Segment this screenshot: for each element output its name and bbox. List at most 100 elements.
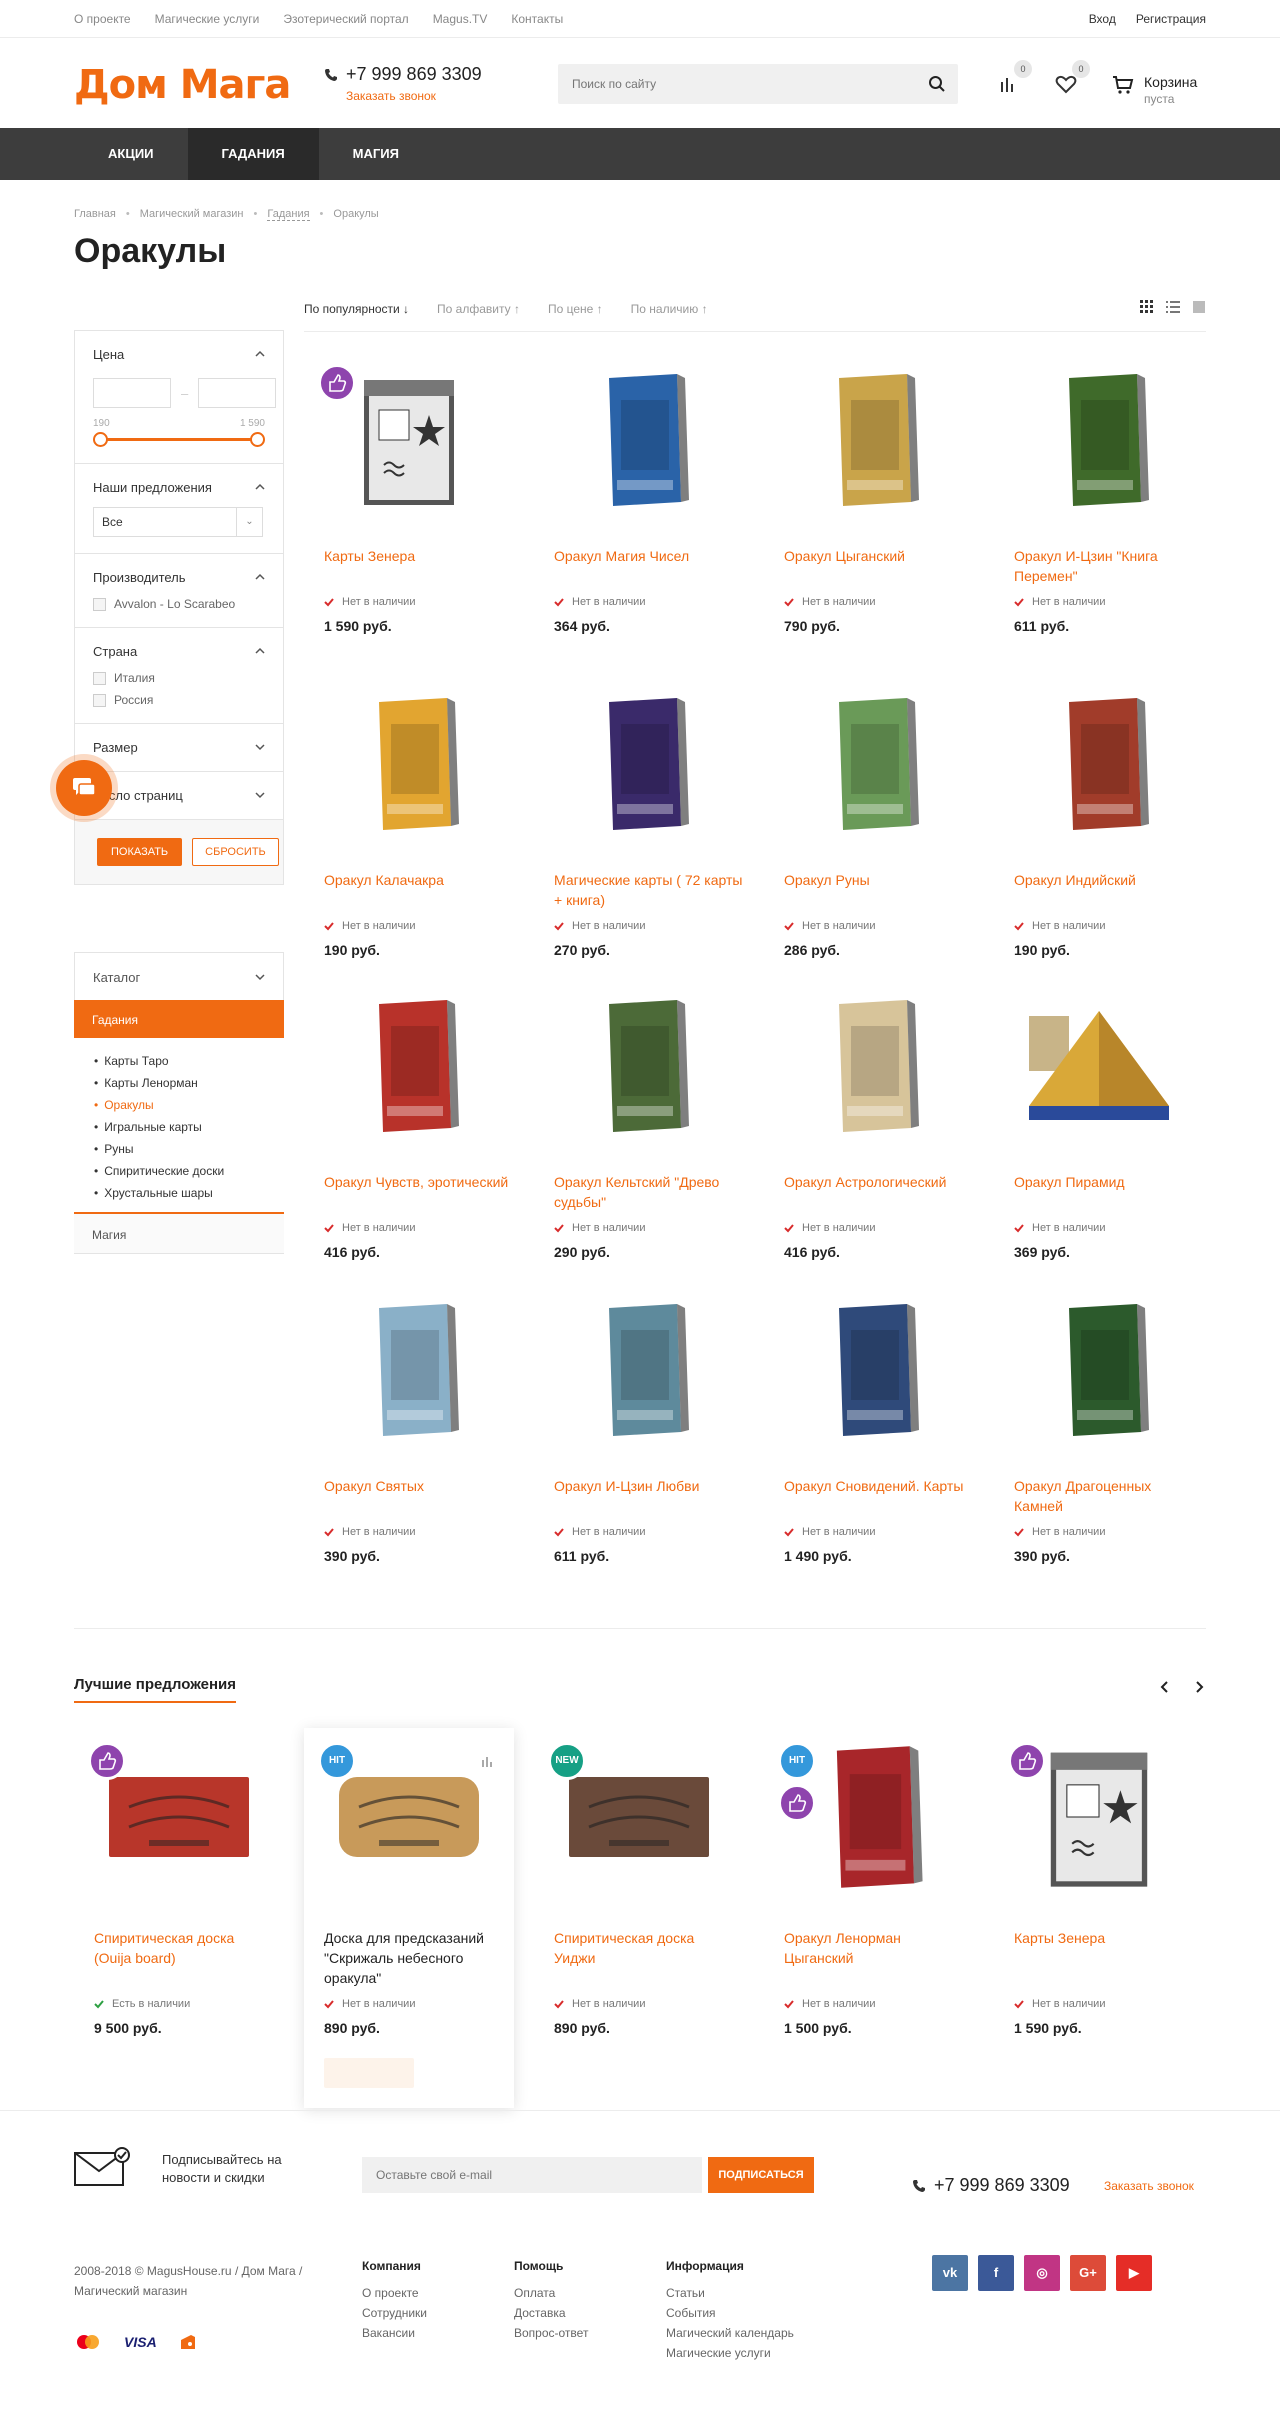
sort-stock[interactable]: По наличию ↑ bbox=[631, 302, 708, 331]
breadcrumb-divination[interactable]: Гадания bbox=[267, 208, 310, 221]
breadcrumb-shop[interactable]: Магический магазин bbox=[140, 208, 244, 221]
chevron-left-icon[interactable] bbox=[1158, 1680, 1172, 1694]
price-slider[interactable] bbox=[93, 431, 265, 447]
product-name[interactable]: Оракул Драгоценных Камней bbox=[1014, 1476, 1204, 1516]
compare-button[interactable]: 0 bbox=[996, 60, 1032, 96]
product-image[interactable] bbox=[329, 1285, 489, 1455]
catalog-toggle[interactable]: Каталог bbox=[74, 952, 284, 1000]
product-image[interactable] bbox=[1019, 355, 1179, 525]
best-offer-card[interactable]: HIT Доска для предсказаний "Скрижаль небе… bbox=[304, 1728, 514, 2108]
chevron-down-icon[interactable] bbox=[255, 790, 265, 800]
product-card[interactable]: Оракул Кельтский "Древо судьбы" Нет в нал… bbox=[534, 976, 744, 1260]
product-image[interactable] bbox=[1019, 1285, 1179, 1455]
country-checkbox-russia[interactable]: Россия bbox=[93, 693, 265, 707]
product-name[interactable]: Оракул Магия Чисел bbox=[554, 546, 744, 566]
best-offer-card[interactable]: NEW Спиритическая доска Уиджи Нет в наличи… bbox=[534, 1728, 744, 2108]
header-phone[interactable]: +7 999 869 3309 bbox=[346, 64, 482, 85]
product-image[interactable] bbox=[789, 355, 949, 525]
catalog-subitem[interactable]: • Спиритические доски bbox=[94, 1160, 284, 1182]
sort-alphabet[interactable]: По алфавиту ↑ bbox=[437, 302, 520, 331]
top-link-contacts[interactable]: Контакты bbox=[511, 12, 563, 26]
price-slider-max-handle[interactable] bbox=[250, 432, 265, 447]
product-name[interactable]: Оракул Сновидений. Карты bbox=[784, 1476, 974, 1496]
product-name[interactable]: Оракул Кельтский "Древо судьбы" bbox=[554, 1172, 744, 1212]
register-link[interactable]: Регистрация bbox=[1136, 12, 1206, 26]
footer-link[interactable]: Статьи bbox=[666, 2283, 794, 2303]
chevron-up-icon[interactable] bbox=[255, 349, 265, 359]
chat-button[interactable] bbox=[56, 760, 112, 816]
maker-checkbox[interactable]: Avvalon - Lo Scarabeo bbox=[93, 597, 265, 611]
nav-item-magic[interactable]: МАГИЯ bbox=[319, 128, 433, 180]
product-image[interactable] bbox=[789, 679, 949, 849]
cart-button[interactable]: Корзина пуста bbox=[1112, 74, 1197, 108]
product-card[interactable]: Оракул Магия Чисел Нет в наличии 364 руб. bbox=[534, 350, 744, 634]
filter-pages-title[interactable]: Число страниц bbox=[93, 788, 265, 803]
best-offer-card[interactable]: Спиритическая доска (Ouija board) Есть в … bbox=[74, 1728, 284, 2108]
top-link-about[interactable]: О проекте bbox=[74, 12, 131, 26]
facebook-icon[interactable]: f bbox=[978, 2255, 1014, 2291]
chevron-up-icon[interactable] bbox=[255, 482, 265, 492]
reset-button[interactable]: СБРОСИТЬ bbox=[192, 838, 279, 866]
youtube-icon[interactable]: ▶ bbox=[1116, 2255, 1152, 2291]
best-offer-card[interactable]: Карты Зенера Нет в наличии 1 590 руб. bbox=[994, 1728, 1204, 2108]
product-image[interactable] bbox=[559, 981, 719, 1151]
product-card[interactable]: Оракул Цыганский Нет в наличии 790 руб. bbox=[764, 350, 974, 634]
footer-link[interactable]: События bbox=[666, 2303, 794, 2323]
product-card[interactable]: Оракул Калачакра Нет в наличии 190 руб. bbox=[304, 674, 514, 958]
footer-callback-link[interactable]: Заказать звонок bbox=[1104, 2179, 1194, 2193]
product-name[interactable]: Оракул Руны bbox=[784, 870, 974, 890]
price-slider-min-handle[interactable] bbox=[93, 432, 108, 447]
catalog-item-divination[interactable]: Гадания bbox=[74, 1000, 284, 1038]
footer-link[interactable]: Доставка bbox=[514, 2303, 588, 2323]
footer-link[interactable]: Вакансии bbox=[362, 2323, 427, 2343]
top-link-tv[interactable]: Magus.TV bbox=[433, 12, 488, 26]
compare-icon[interactable] bbox=[480, 1754, 494, 1768]
price-max-input[interactable] bbox=[198, 378, 277, 408]
catalog-subitem[interactable]: • Хрустальные шары bbox=[94, 1182, 284, 1204]
vk-icon[interactable]: vk bbox=[932, 2255, 968, 2291]
filter-country-title[interactable]: Страна bbox=[93, 644, 265, 659]
product-image[interactable] bbox=[789, 981, 949, 1151]
product-name[interactable]: Оракул Ленорман Цыганский bbox=[784, 1928, 964, 1968]
product-name[interactable]: Оракул Святых bbox=[324, 1476, 514, 1496]
footer-link[interactable]: Вопрос-ответ bbox=[514, 2323, 588, 2343]
footer-link[interactable]: О проекте bbox=[362, 2283, 427, 2303]
top-link-portal[interactable]: Эзотерический портал bbox=[283, 12, 408, 26]
product-name[interactable]: Магические карты ( 72 карты + книга) bbox=[554, 870, 744, 910]
show-button[interactable]: ПОКАЗАТЬ bbox=[97, 838, 183, 866]
catalog-item-magic[interactable]: Магия bbox=[74, 1214, 284, 1254]
product-name[interactable]: Оракул Астрологический bbox=[784, 1172, 974, 1192]
product-name[interactable]: Оракул Пирамид bbox=[1014, 1172, 1204, 1192]
email-field[interactable] bbox=[362, 2157, 702, 2193]
catalog-subitem-active[interactable]: • Оракулы bbox=[94, 1094, 284, 1116]
filter-size-title[interactable]: Размер bbox=[93, 740, 265, 755]
country-checkbox-italy[interactable]: Италия bbox=[93, 671, 265, 685]
product-card[interactable]: Оракул Астрологический Нет в наличии 416 р… bbox=[764, 976, 974, 1260]
logo[interactable]: Дом Мага bbox=[74, 62, 291, 108]
top-link-services[interactable]: Магические услуги bbox=[155, 12, 260, 26]
grid-view-icon[interactable] bbox=[1140, 300, 1154, 314]
product-name[interactable]: Карты Зенера bbox=[324, 546, 514, 566]
footer-link[interactable]: Оплата bbox=[514, 2283, 588, 2303]
footer-phone[interactable]: +7 999 869 3309 bbox=[934, 2175, 1070, 2196]
catalog-subitem[interactable]: • Руны bbox=[94, 1138, 284, 1160]
favorites-button[interactable]: 0 bbox=[1054, 60, 1090, 96]
product-card[interactable]: Оракул Сновидений. Карты Нет в наличии 1 4… bbox=[764, 1280, 974, 1564]
buy-button-placeholder[interactable] bbox=[324, 2058, 414, 2088]
offers-select[interactable]: Все ⌄ bbox=[93, 507, 263, 537]
breadcrumb-home[interactable]: Главная bbox=[74, 208, 116, 221]
product-name[interactable]: Карты Зенера bbox=[1014, 1928, 1194, 1948]
filter-maker-title[interactable]: Производитель bbox=[93, 570, 265, 585]
product-name[interactable]: Оракул И-Цзин "Книга Перемен" bbox=[1014, 546, 1204, 586]
product-card[interactable]: Оракул И-Цзин Любви Нет в наличии 611 руб. bbox=[534, 1280, 744, 1564]
catalog-subitem[interactable]: • Карты Таро bbox=[94, 1050, 284, 1072]
product-card[interactable]: Магические карты ( 72 карты + книга) Нет … bbox=[534, 674, 744, 958]
catalog-subitem[interactable]: • Карты Ленорман bbox=[94, 1072, 284, 1094]
search-icon[interactable] bbox=[928, 75, 946, 93]
filter-offers-title[interactable]: Наши предложения bbox=[93, 480, 265, 495]
login-link[interactable]: Вход bbox=[1089, 12, 1116, 26]
best-offer-card[interactable]: HIT Оракул Ленорман Цыганский Нет в наличи… bbox=[764, 1728, 974, 2108]
product-card[interactable]: Карты Зенера Нет в наличии 1 590 руб. bbox=[304, 350, 514, 634]
product-card[interactable]: Оракул И-Цзин "Книга Перемен" Нет в налич… bbox=[994, 350, 1204, 634]
catalog-subitem[interactable]: • Игральные карты bbox=[94, 1116, 284, 1138]
